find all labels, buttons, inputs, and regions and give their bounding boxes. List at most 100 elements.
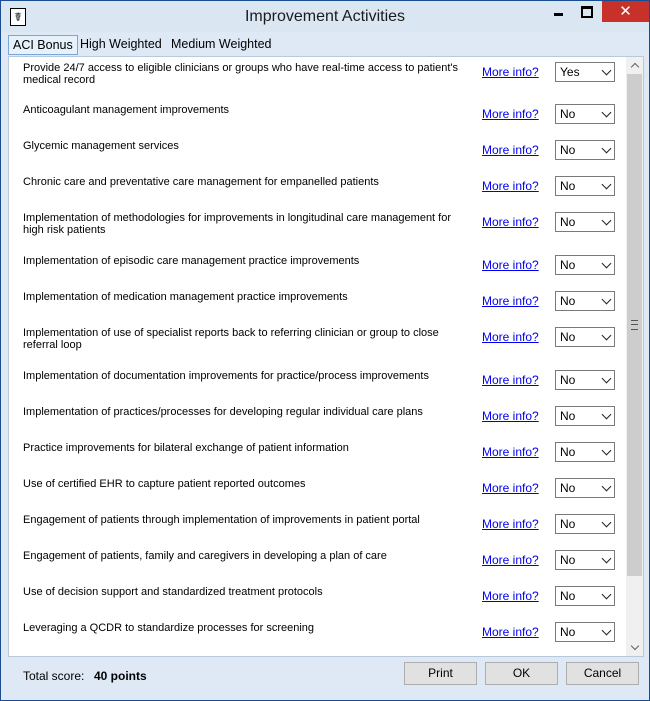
- activity-row: Implementation of practices/processes fo…: [9, 406, 626, 430]
- activity-status-select[interactable]: No: [555, 406, 615, 426]
- footer-bar: Total score: 40 points Print OK Cancel: [1, 655, 649, 700]
- activity-row: Implementation of use of specialist repo…: [9, 327, 626, 351]
- chevron-down-icon: [601, 179, 612, 190]
- more-info-link[interactable]: More info?: [482, 143, 539, 157]
- cancel-button[interactable]: Cancel: [566, 662, 639, 685]
- chevron-down-icon: [601, 215, 612, 226]
- activity-status-select[interactable]: No: [555, 478, 615, 498]
- more-info-link[interactable]: More info?: [482, 215, 539, 229]
- chevron-down-icon: [601, 294, 612, 305]
- activity-status-select[interactable]: No: [555, 327, 615, 347]
- minimize-icon: [553, 13, 563, 16]
- select-value: No: [560, 143, 576, 157]
- scroll-down-button[interactable]: [626, 639, 643, 656]
- activity-row: Provide 24/7 access to eligible clinicia…: [9, 62, 626, 86]
- chevron-down-icon: [601, 330, 612, 341]
- scrollbar-thumb[interactable]: [627, 74, 642, 576]
- tab-high-weighted[interactable]: High Weighted: [76, 35, 166, 55]
- chevron-down-icon: [601, 481, 612, 492]
- activity-label: Implementation of episodic care manageme…: [23, 255, 360, 267]
- more-info-link[interactable]: More info?: [482, 517, 539, 531]
- activity-row: Implementation of episodic care manageme…: [9, 255, 626, 279]
- tab-aci-bonus[interactable]: ACI Bonus: [8, 35, 78, 55]
- activity-label: Chronic care and preventative care manag…: [23, 176, 379, 188]
- activity-status-select[interactable]: No: [555, 291, 615, 311]
- select-value: No: [560, 294, 576, 308]
- total-score-value: 40 points: [94, 669, 147, 683]
- select-value: No: [560, 625, 576, 639]
- activity-status-select[interactable]: No: [555, 370, 615, 390]
- activity-status-select[interactable]: No: [555, 140, 615, 160]
- print-button[interactable]: Print: [404, 662, 477, 685]
- chevron-up-icon: [630, 62, 639, 72]
- activity-row: Use of decision support and standardized…: [9, 586, 626, 610]
- activity-status-select[interactable]: No: [555, 550, 615, 570]
- more-info-link[interactable]: More info?: [482, 553, 539, 567]
- select-value: No: [560, 481, 576, 495]
- more-info-link[interactable]: More info?: [482, 481, 539, 495]
- activity-row: Use of certified EHR to capture patient …: [9, 478, 626, 502]
- tab-medium-weighted[interactable]: Medium Weighted: [167, 35, 276, 55]
- activities-panel: Provide 24/7 access to eligible clinicia…: [8, 56, 644, 657]
- chevron-down-icon: [601, 143, 612, 154]
- more-info-link[interactable]: More info?: [482, 589, 539, 603]
- ok-button[interactable]: OK: [485, 662, 558, 685]
- vertical-scrollbar[interactable]: [626, 57, 643, 656]
- activity-status-select[interactable]: Yes: [555, 62, 615, 82]
- activity-label: Practice improvements for bilateral exch…: [23, 442, 349, 454]
- close-button[interactable]: ✕: [602, 1, 649, 22]
- more-info-link[interactable]: More info?: [482, 258, 539, 272]
- activity-status-select[interactable]: No: [555, 255, 615, 275]
- activity-status-select[interactable]: No: [555, 176, 615, 196]
- select-value: No: [560, 517, 576, 531]
- title-bar[interactable]: ☤ Improvement Activities ✕: [1, 1, 649, 32]
- activity-row: Implementation of medication management …: [9, 291, 626, 315]
- select-value: No: [560, 179, 576, 193]
- activity-status-select[interactable]: No: [555, 586, 615, 606]
- select-value: Yes: [560, 65, 580, 79]
- activity-status-select[interactable]: No: [555, 442, 615, 462]
- activity-row: Practice improvements for bilateral exch…: [9, 442, 626, 466]
- chevron-down-icon: [601, 517, 612, 528]
- select-value: No: [560, 409, 576, 423]
- minimize-button[interactable]: [544, 1, 572, 22]
- activity-label: Engagement of patients through implement…: [23, 514, 420, 526]
- chevron-down-icon: [601, 258, 612, 269]
- activity-label: Implementation of use of specialist repo…: [23, 327, 439, 351]
- chevron-down-icon: [601, 65, 612, 76]
- close-icon: ✕: [619, 2, 632, 20]
- more-info-link[interactable]: More info?: [482, 373, 539, 387]
- activity-row: Glycemic management services More info? No: [9, 140, 626, 164]
- chevron-down-icon: [601, 625, 612, 636]
- activity-row: Engagement of patients through implement…: [9, 514, 626, 538]
- select-value: No: [560, 589, 576, 603]
- activity-status-select[interactable]: No: [555, 514, 615, 534]
- activity-status-select[interactable]: No: [555, 212, 615, 232]
- more-info-link[interactable]: More info?: [482, 294, 539, 308]
- scroll-up-button[interactable]: [626, 57, 643, 74]
- activity-label: Engagement of patients, family and careg…: [23, 550, 387, 562]
- activity-status-select[interactable]: No: [555, 104, 615, 124]
- more-info-link[interactable]: More info?: [482, 409, 539, 423]
- activity-label: Implementation of documentation improvem…: [23, 370, 429, 382]
- activity-row: Chronic care and preventative care manag…: [9, 176, 626, 200]
- more-info-link[interactable]: More info?: [482, 625, 539, 639]
- activity-label: Use of decision support and standardized…: [23, 586, 323, 598]
- more-info-link[interactable]: More info?: [482, 179, 539, 193]
- more-info-link[interactable]: More info?: [482, 107, 539, 121]
- activity-label: Implementation of practices/processes fo…: [23, 406, 423, 418]
- select-value: No: [560, 258, 576, 272]
- chevron-down-icon: [601, 553, 612, 564]
- maximize-button[interactable]: [573, 1, 601, 22]
- more-info-link[interactable]: More info?: [482, 65, 539, 79]
- chevron-down-icon: [601, 445, 612, 456]
- activity-status-select[interactable]: No: [555, 622, 615, 642]
- chevron-down-icon: [601, 373, 612, 384]
- activity-label: Glycemic management services: [23, 140, 179, 152]
- more-info-link[interactable]: More info?: [482, 330, 539, 344]
- activity-row: Engagement of patients, family and careg…: [9, 550, 626, 574]
- more-info-link[interactable]: More info?: [482, 445, 539, 459]
- activity-label: Provide 24/7 access to eligible clinicia…: [23, 62, 458, 86]
- maximize-icon: [581, 5, 593, 18]
- chevron-down-icon: [630, 641, 639, 651]
